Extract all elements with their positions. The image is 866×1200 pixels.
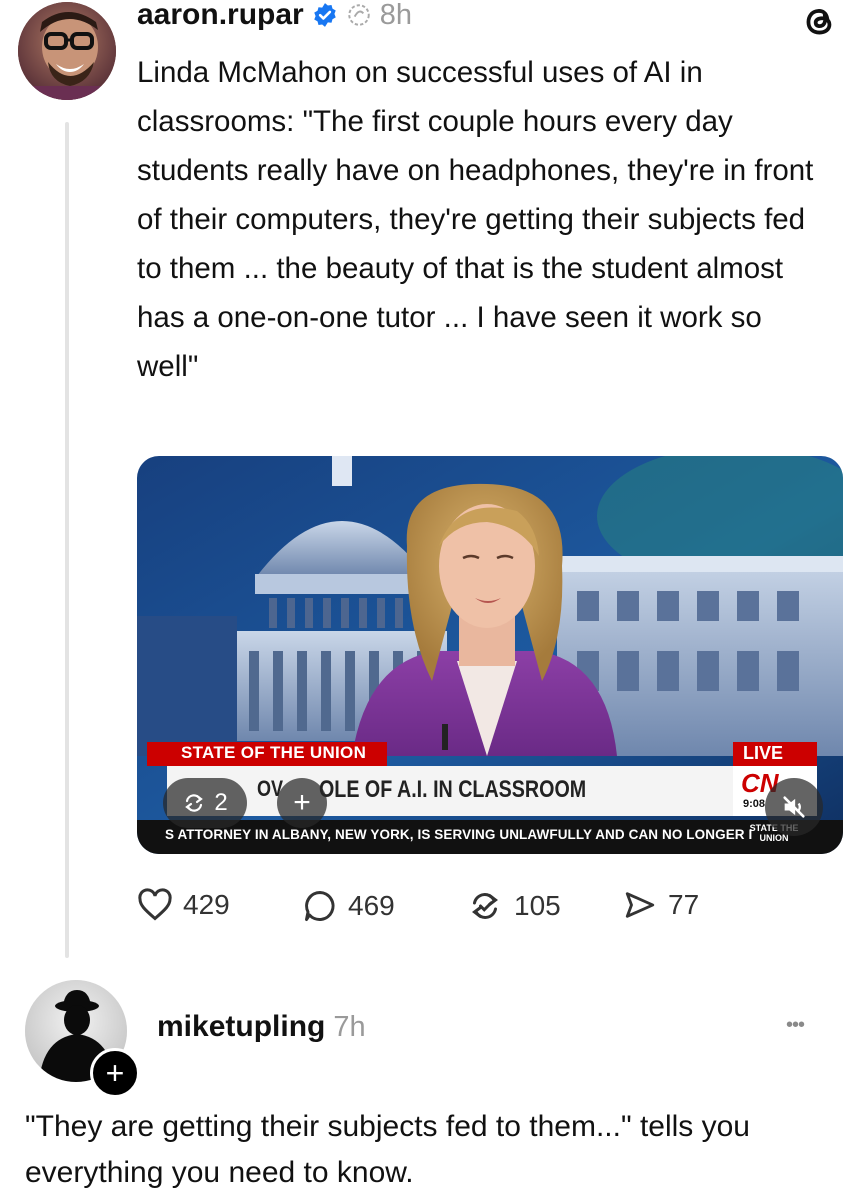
avatar-photo bbox=[18, 2, 116, 100]
reply-body-text: "They are getting their subjects fed to … bbox=[25, 1110, 750, 1189]
share-button[interactable]: 77 bbox=[622, 888, 699, 922]
mute-button[interactable] bbox=[765, 778, 823, 836]
reply-button[interactable]: 469 bbox=[302, 888, 395, 924]
threads-logo-icon[interactable] bbox=[799, 0, 841, 47]
reply-header: miketupling 7h bbox=[157, 1010, 366, 1044]
reply-timestamp: 7h bbox=[333, 1011, 366, 1043]
repost-check-icon bbox=[466, 888, 504, 924]
more-options-button[interactable]: ••• bbox=[786, 1014, 805, 1037]
repost-button[interactable]: 105 bbox=[466, 888, 561, 924]
speaker-muted-icon bbox=[780, 793, 808, 821]
reply-username[interactable]: miketupling bbox=[157, 1010, 325, 1044]
like-count: 429 bbox=[183, 889, 230, 920]
repost-count-chip[interactable]: 2 bbox=[163, 778, 247, 828]
post-body-text: Linda McMahon on successful uses of AI i… bbox=[137, 56, 822, 383]
follow-button[interactable]: + bbox=[90, 1048, 140, 1098]
live-badge: LIVE bbox=[743, 743, 784, 763]
verified-badge-icon bbox=[312, 2, 338, 28]
repost-icon bbox=[182, 791, 206, 815]
like-button[interactable]: 429 bbox=[137, 888, 230, 922]
broadcast-clock: 9:08 bbox=[743, 798, 766, 810]
ai-label-icon bbox=[346, 2, 372, 28]
reply-count: 469 bbox=[348, 890, 395, 921]
video-headline: OLE OF A.I. IN CLASSROOM bbox=[319, 776, 587, 803]
send-icon bbox=[622, 888, 658, 922]
author-avatar[interactable] bbox=[18, 2, 116, 100]
repost-count: 2 bbox=[214, 789, 228, 816]
thread-line bbox=[65, 122, 69, 958]
heart-icon bbox=[137, 888, 173, 922]
author-username[interactable]: aaron.rupar bbox=[137, 0, 304, 32]
show-banner: STATE OF THE UNION bbox=[181, 743, 367, 762]
video-player[interactable]: STATE OF THE UNION LIVE OV OLE OF A.I. I… bbox=[137, 456, 843, 854]
share-count: 77 bbox=[668, 889, 700, 920]
comment-icon bbox=[302, 888, 338, 924]
repost-total: 105 bbox=[514, 890, 561, 921]
post-header: aaron.rupar 8h bbox=[137, 0, 412, 34]
news-ticker: S ATTORNEY IN ALBANY, NEW YORK, IS SERVI… bbox=[165, 827, 753, 842]
post-timestamp: 8h bbox=[379, 0, 412, 31]
add-button[interactable]: + bbox=[277, 778, 327, 828]
